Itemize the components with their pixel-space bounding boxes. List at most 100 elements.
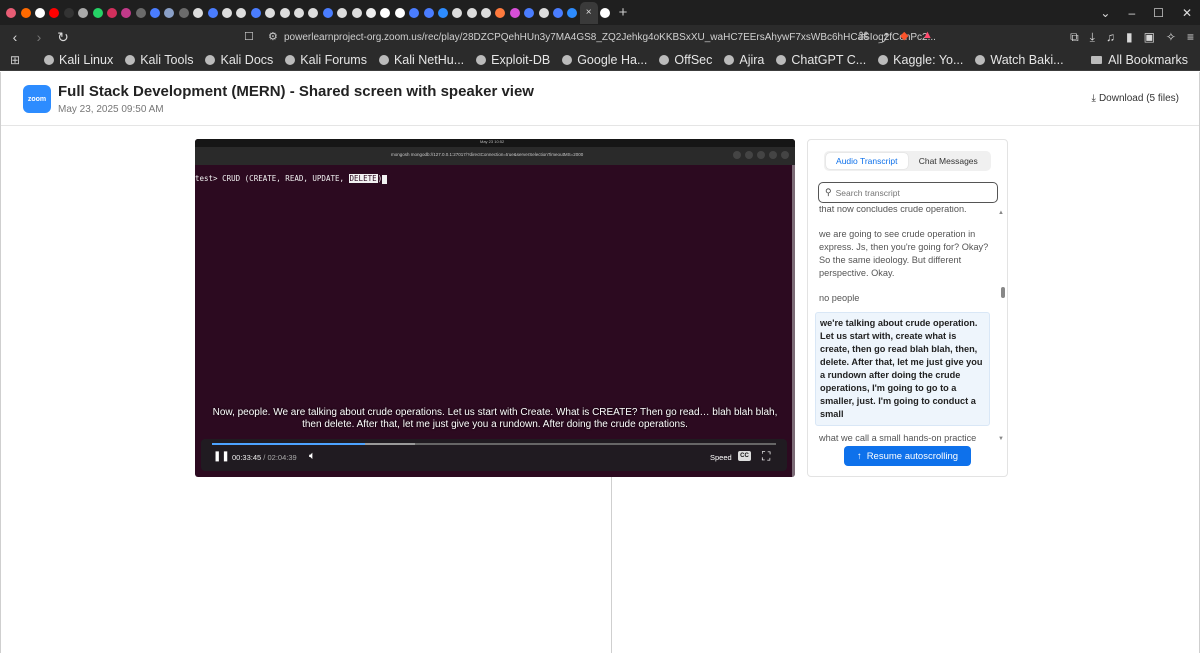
tab-audio-transcript[interactable]: Audio Transcript bbox=[826, 153, 908, 169]
tab[interactable] bbox=[90, 0, 104, 25]
downloads-icon[interactable]: ⤓ bbox=[1090, 30, 1095, 45]
leo-ai-icon[interactable]: ✧ bbox=[1166, 30, 1176, 44]
bookmark-item[interactable]: Kaggle: Yo... bbox=[878, 53, 963, 67]
fullscreen-icon[interactable]: ⛶ bbox=[762, 449, 770, 464]
share-icon[interactable]: ⤴ bbox=[878, 30, 889, 46]
bookmark-item[interactable]: OffSec bbox=[659, 53, 712, 67]
resume-autoscroll-button[interactable]: ↑ Resume autoscrolling bbox=[844, 446, 971, 466]
tab[interactable] bbox=[436, 0, 450, 25]
close-window-icon[interactable]: ✕ bbox=[1182, 6, 1192, 20]
tab[interactable] bbox=[148, 0, 162, 25]
tab[interactable] bbox=[76, 0, 90, 25]
transcript-line[interactable]: that now concludes crude operation. bbox=[819, 206, 989, 216]
tab[interactable] bbox=[421, 0, 435, 25]
tab[interactable] bbox=[378, 0, 392, 25]
tab[interactable] bbox=[493, 0, 507, 25]
tab[interactable] bbox=[220, 0, 234, 25]
url-text[interactable]: powerlearnproject-org.zoom.us/rec/play/2… bbox=[284, 32, 936, 43]
download-button[interactable]: ⤓ Download (5 files) bbox=[1092, 93, 1179, 104]
bookmark-item[interactable]: Ajira bbox=[724, 53, 764, 67]
tab[interactable] bbox=[393, 0, 407, 25]
tab[interactable] bbox=[119, 0, 133, 25]
captions-button[interactable]: CC bbox=[738, 451, 751, 461]
tab[interactable] bbox=[62, 0, 76, 25]
tab[interactable] bbox=[249, 0, 263, 25]
tab[interactable] bbox=[407, 0, 421, 25]
sidebar-icon[interactable]: ▮ bbox=[1126, 30, 1133, 44]
tab[interactable] bbox=[292, 0, 306, 25]
transcript-line[interactable]: what we call a small hands-on practice bbox=[819, 432, 989, 445]
apps-grid-icon[interactable]: ⊞ bbox=[10, 53, 32, 67]
brave-shield-icon[interactable]: ◆ bbox=[900, 29, 908, 42]
tab[interactable] bbox=[263, 0, 277, 25]
tab[interactable] bbox=[177, 0, 191, 25]
transcript-list[interactable]: that now concludes crude operation. we a… bbox=[808, 206, 998, 468]
search-input[interactable] bbox=[835, 187, 986, 198]
bookmark-item[interactable]: Kali Docs bbox=[205, 53, 273, 67]
bookmark-item[interactable]: Kali Linux bbox=[44, 53, 113, 67]
media-icon[interactable]: ♫ bbox=[1106, 30, 1115, 44]
wallet-icon[interactable]: ▣ bbox=[1144, 30, 1155, 44]
tab[interactable] bbox=[306, 0, 320, 25]
tab[interactable] bbox=[191, 0, 205, 25]
address-bar[interactable]: ☐ ⚙ powerlearnproject-org.zoom.us/rec/pl… bbox=[240, 27, 940, 47]
tab[interactable] bbox=[598, 0, 612, 25]
tab[interactable] bbox=[551, 0, 565, 25]
tab[interactable] bbox=[162, 0, 176, 25]
site-info-icon[interactable]: ⚙ bbox=[268, 30, 278, 43]
tab[interactable] bbox=[508, 0, 522, 25]
extensions-icon[interactable]: ⧉ bbox=[1070, 30, 1079, 45]
tab[interactable] bbox=[47, 0, 61, 25]
reload-icon[interactable]: ↻ bbox=[54, 29, 72, 46]
speed-button[interactable]: Speed bbox=[710, 453, 732, 462]
tab[interactable] bbox=[565, 0, 579, 25]
tab[interactable] bbox=[479, 0, 493, 25]
volume-icon[interactable]: 🔈︎ bbox=[309, 450, 316, 463]
bookmark-item[interactable]: ChatGPT C... bbox=[776, 53, 866, 67]
bookmark-item[interactable]: Kali NetHu... bbox=[378, 53, 464, 67]
transcript-search[interactable]: ⚲ bbox=[818, 182, 998, 203]
scroll-thumb[interactable] bbox=[1001, 287, 1005, 298]
back-icon[interactable]: ‹ bbox=[6, 29, 24, 45]
bookmark-item[interactable]: Kali Tools bbox=[125, 53, 193, 67]
video-player[interactable]: May 23 10:52 mongosh mongodb://127.0.0.1… bbox=[195, 139, 795, 477]
all-bookmarks-button[interactable]: All Bookmarks bbox=[1091, 49, 1188, 71]
seek-bar[interactable] bbox=[212, 443, 776, 445]
menu-icon[interactable]: ≡ bbox=[1187, 30, 1194, 44]
tab[interactable] bbox=[465, 0, 479, 25]
tab-menu-icon[interactable]: ⌄ bbox=[1100, 6, 1110, 20]
active-tab-close-button[interactable]: × bbox=[579, 1, 598, 24]
bookmark-star-icon[interactable]: ☐ bbox=[244, 30, 254, 43]
minimize-icon[interactable]: – bbox=[1128, 6, 1135, 20]
bookmark-item[interactable]: Kali Forums bbox=[285, 53, 367, 67]
bookmark-item[interactable]: Watch Baki... bbox=[975, 53, 1064, 67]
new-tab-button[interactable]: + bbox=[612, 4, 634, 21]
tab[interactable] bbox=[18, 0, 32, 25]
tab[interactable] bbox=[277, 0, 291, 25]
brave-rewards-icon[interactable]: ▲ bbox=[922, 29, 933, 41]
transcript-line-current[interactable]: we're talking about crude operation. Let… bbox=[815, 312, 990, 426]
maximize-icon[interactable]: ☐ bbox=[1153, 6, 1164, 20]
tab-chat-messages[interactable]: Chat Messages bbox=[908, 153, 990, 169]
tab[interactable] bbox=[536, 0, 550, 25]
translate-icon[interactable]: ⌘ bbox=[858, 30, 869, 43]
tab[interactable] bbox=[364, 0, 378, 25]
tab[interactable] bbox=[33, 0, 47, 25]
tab[interactable] bbox=[105, 0, 119, 25]
tab[interactable] bbox=[321, 0, 335, 25]
tab[interactable] bbox=[335, 0, 349, 25]
tab[interactable] bbox=[4, 0, 18, 25]
transcript-line[interactable]: we are going to see crude operation in e… bbox=[819, 228, 989, 280]
tab[interactable] bbox=[205, 0, 219, 25]
tab[interactable] bbox=[522, 0, 536, 25]
tab[interactable] bbox=[349, 0, 363, 25]
tab[interactable] bbox=[134, 0, 148, 25]
transcript-line[interactable]: no people bbox=[819, 292, 989, 305]
tab[interactable] bbox=[450, 0, 464, 25]
pause-icon[interactable]: ❚❚ bbox=[213, 451, 230, 462]
bookmark-item[interactable]: Exploit-DB bbox=[476, 53, 550, 67]
tab[interactable] bbox=[234, 0, 248, 25]
scroll-down-icon[interactable]: ▼ bbox=[998, 436, 1004, 442]
bookmark-item[interactable]: Google Ha... bbox=[562, 53, 647, 67]
scroll-up-icon[interactable]: ▲ bbox=[998, 210, 1004, 216]
